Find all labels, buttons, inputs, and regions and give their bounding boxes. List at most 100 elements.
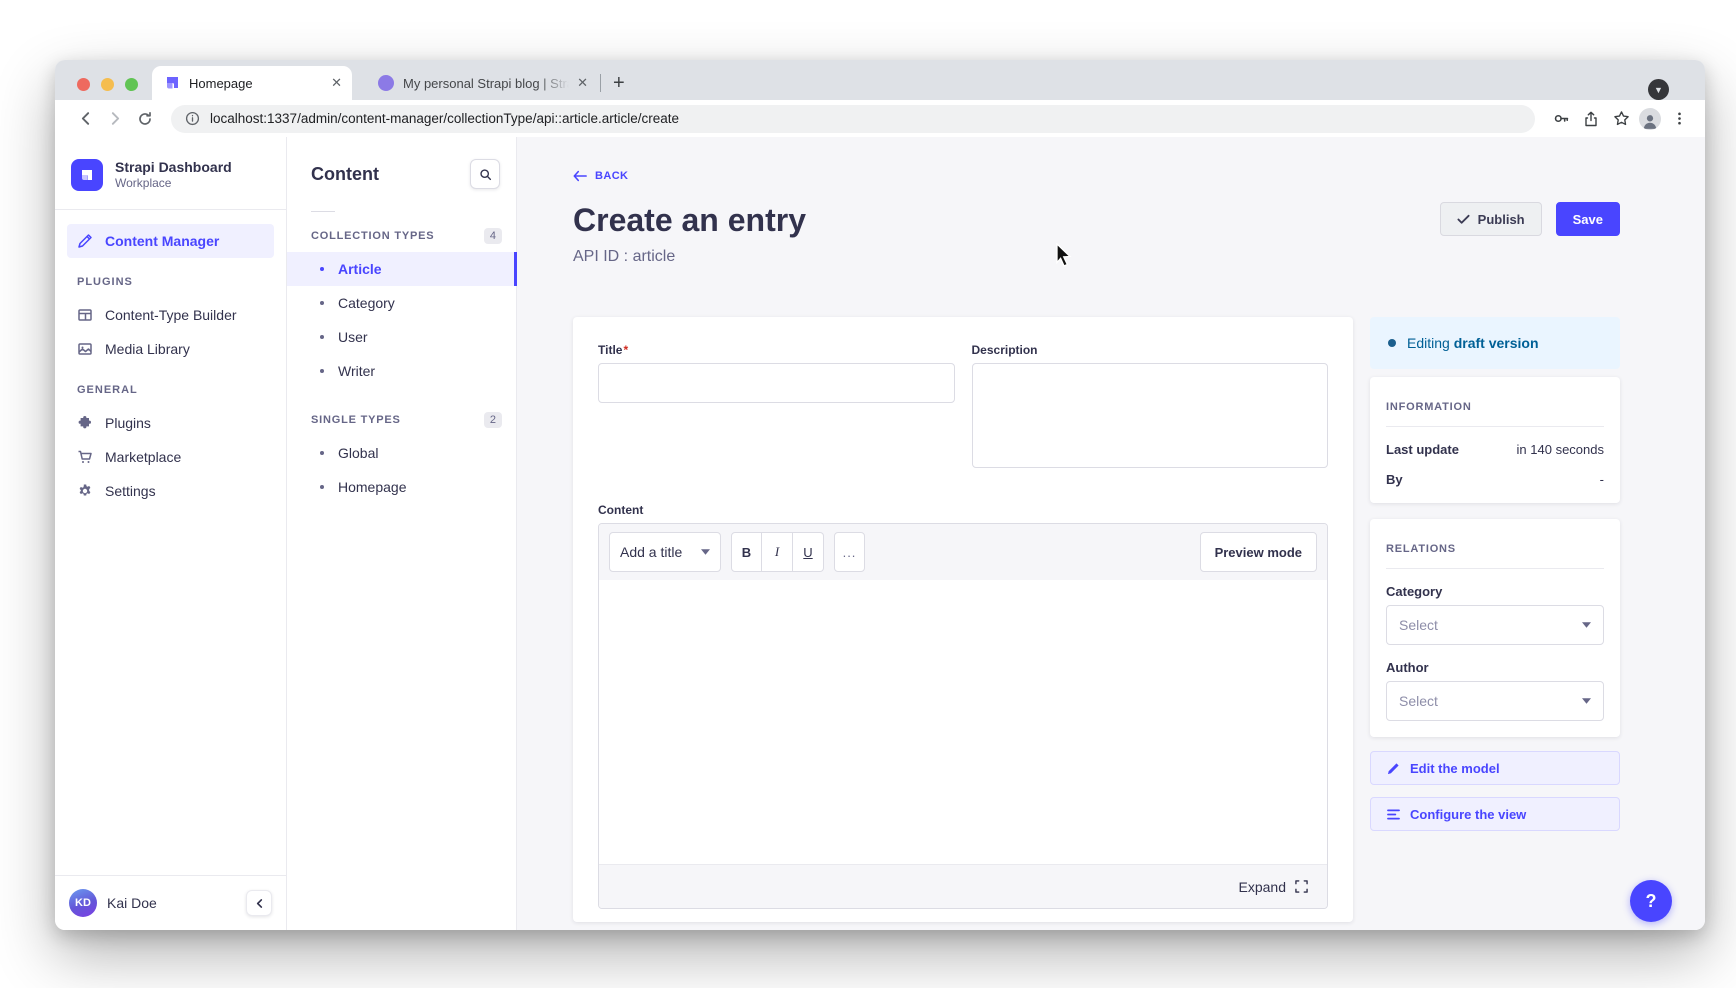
url-bar[interactable]: localhost:1337/admin/content-manager/col… — [171, 105, 1535, 133]
forward-icon[interactable] — [103, 107, 127, 131]
bold-button[interactable]: B — [731, 532, 762, 572]
back-link[interactable]: BACK — [573, 170, 628, 182]
reload-icon[interactable] — [133, 107, 157, 131]
strapi-logo-icon — [71, 159, 103, 191]
browser-profile-avatar[interactable] — [1639, 108, 1661, 130]
window-controls — [77, 78, 138, 91]
browser-menu-icon[interactable] — [1667, 107, 1691, 131]
tab-homepage[interactable]: Homepage ✕ — [152, 66, 352, 100]
description-label: Description — [972, 343, 1329, 357]
sidebar-item-content-type-builder[interactable]: Content-Type Builder — [67, 298, 274, 332]
close-window-button[interactable] — [77, 78, 90, 91]
content-label: Content — [598, 503, 1328, 517]
preview-mode-button[interactable]: Preview mode — [1200, 532, 1317, 572]
information-header: INFORMATION — [1386, 393, 1604, 413]
user-avatar[interactable]: KD — [69, 889, 97, 917]
collection-types-count-badge: 4 — [484, 228, 502, 244]
sidebar-item-homepage[interactable]: Homepage — [287, 470, 516, 504]
content-sidebar: Content COLLECTION TYPES 4 Article Categ… — [287, 137, 517, 930]
underline-button[interactable]: U — [793, 532, 824, 572]
italic-button[interactable]: I — [762, 532, 793, 572]
help-button[interactable]: ? — [1630, 880, 1672, 922]
rich-text-editor: Add a title B I U .. — [598, 523, 1328, 909]
save-label: Save — [1573, 212, 1603, 227]
chevron-down-icon — [1582, 622, 1591, 628]
minimize-window-button[interactable] — [101, 78, 114, 91]
back-icon[interactable] — [73, 107, 97, 131]
sidebar-item-global[interactable]: Global — [287, 436, 516, 470]
draft-status-box: Editing draft version — [1370, 317, 1620, 369]
sidebar-item-label: Plugins — [105, 415, 151, 431]
author-select[interactable]: Select — [1386, 681, 1604, 721]
nav-section-plugins: PLUGINS — [77, 276, 264, 288]
configure-lines-icon — [1387, 809, 1400, 820]
tab-search-button[interactable]: ▼ — [1648, 79, 1669, 100]
tab-strapi-blog[interactable]: My personal Strapi blog | Strap ✕ — [366, 66, 598, 100]
strapi-favicon-icon — [164, 75, 180, 91]
single-types-count-badge: 2 — [484, 412, 502, 428]
page-subtitle: API ID : article — [573, 248, 806, 266]
info-value: in 140 seconds — [1517, 442, 1604, 457]
editor-toolbar: Add a title B I U .. — [599, 524, 1327, 580]
save-button[interactable]: Save — [1556, 202, 1620, 236]
editor-content-area[interactable] — [599, 580, 1327, 864]
entry-form-card: Title* Description Content — [573, 317, 1353, 922]
author-label: Author — [1386, 660, 1604, 675]
search-icon — [479, 168, 492, 181]
sidebar-item-plugins[interactable]: Plugins — [67, 406, 274, 440]
gear-icon — [77, 483, 93, 499]
configure-view-label: Configure the view — [1410, 807, 1526, 822]
back-arrow-icon — [573, 170, 587, 182]
relations-card: RELATIONS Category Select Author Select — [1370, 519, 1620, 737]
search-button[interactable] — [470, 159, 500, 189]
strapi-admin-app: Strapi Dashboard Workplace Content Manag… — [55, 137, 1705, 930]
description-textarea[interactable] — [972, 363, 1329, 468]
sidebar-item-article[interactable]: Article — [287, 252, 516, 286]
heading-select[interactable]: Add a title — [609, 532, 721, 572]
title-field-group: Title* — [598, 343, 955, 473]
title-input[interactable] — [598, 363, 955, 403]
divider — [1386, 426, 1604, 427]
publish-button[interactable]: Publish — [1440, 202, 1542, 236]
cart-icon — [77, 449, 93, 465]
info-value: - — [1600, 472, 1604, 487]
back-label: BACK — [595, 170, 628, 182]
browser-tabstrip: Homepage ✕ My personal Strapi blog | Str… — [55, 60, 1705, 100]
single-type-label: Global — [338, 445, 378, 461]
expand-button[interactable]: Expand — [1239, 879, 1286, 895]
sidebar-item-marketplace[interactable]: Marketplace — [67, 440, 274, 474]
password-key-icon[interactable] — [1549, 107, 1573, 131]
edit-model-button[interactable]: Edit the model — [1370, 751, 1620, 785]
workspace-brand[interactable]: Strapi Dashboard Workplace — [55, 137, 286, 209]
puzzle-icon — [77, 415, 93, 431]
select-placeholder: Select — [1399, 693, 1438, 709]
single-type-label: Homepage — [338, 479, 407, 495]
tab-close-icon[interactable]: ✕ — [577, 75, 588, 91]
sidebar-item-user[interactable]: User — [287, 320, 516, 354]
collapse-sidebar-button[interactable] — [246, 890, 272, 916]
bullet-icon — [320, 451, 324, 455]
information-card: INFORMATION Last update in 140 seconds B… — [1370, 377, 1620, 503]
sidebar-item-category[interactable]: Category — [287, 286, 516, 320]
relations-header: RELATIONS — [1386, 535, 1604, 555]
info-label: By — [1386, 472, 1403, 487]
zoom-window-button[interactable] — [125, 78, 138, 91]
pen-icon — [77, 233, 93, 249]
sidebar-item-content-manager[interactable]: Content Manager — [67, 224, 274, 258]
new-tab-button[interactable]: + — [613, 71, 625, 95]
nav-footer: KD Kai Doe — [55, 875, 286, 930]
tab-close-icon[interactable]: ✕ — [331, 75, 342, 91]
bookmark-star-icon[interactable] — [1609, 107, 1633, 131]
category-select[interactable]: Select — [1386, 605, 1604, 645]
bullet-icon — [320, 335, 324, 339]
share-icon[interactable] — [1579, 107, 1603, 131]
expand-icon[interactable] — [1295, 880, 1308, 893]
sidebar-item-media-library[interactable]: Media Library — [67, 332, 274, 366]
configure-view-button[interactable]: Configure the view — [1370, 797, 1620, 831]
info-row-by: By - — [1386, 472, 1604, 487]
collection-type-label: User — [338, 329, 368, 345]
sidebar-item-writer[interactable]: Writer — [287, 354, 516, 388]
more-formats-button[interactable]: ... — [834, 532, 865, 572]
sidebar-item-settings[interactable]: Settings — [67, 474, 274, 508]
site-info-icon[interactable] — [185, 111, 200, 126]
